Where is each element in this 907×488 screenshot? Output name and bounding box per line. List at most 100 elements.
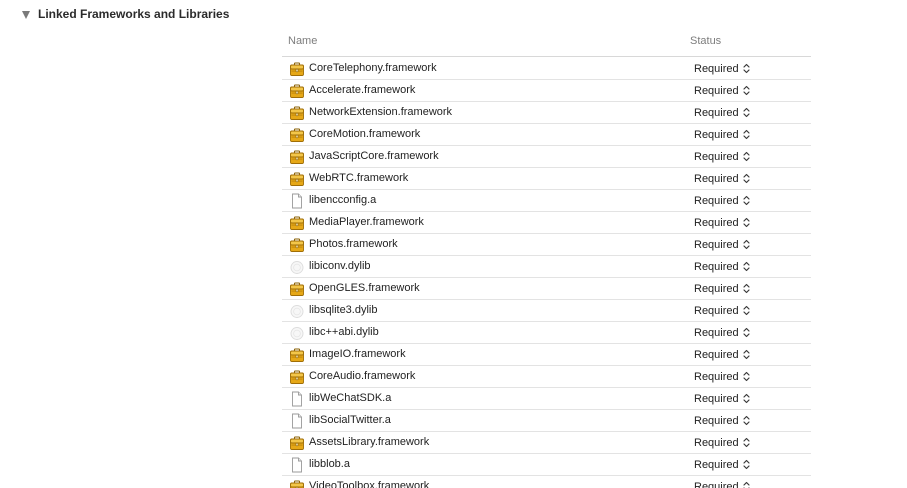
table-row[interactable]: ImageIO.framework Required bbox=[282, 344, 811, 366]
table-rows: CoreTelephony.framework Required Acceler… bbox=[282, 58, 811, 488]
column-header-name[interactable]: Name bbox=[288, 35, 317, 47]
table-row[interactable]: AssetsLibrary.framework Required bbox=[282, 432, 811, 454]
status-popup[interactable]: Required bbox=[694, 82, 750, 99]
status-label: Required bbox=[694, 106, 739, 119]
status-label: Required bbox=[694, 150, 739, 163]
up-down-chevron-icon bbox=[743, 349, 750, 360]
framework-name: libiconv.dylib bbox=[309, 260, 371, 272]
table-row[interactable]: MediaPlayer.framework Required bbox=[282, 212, 811, 234]
section-header[interactable]: Linked Frameworks and Libraries bbox=[22, 5, 229, 23]
status-popup[interactable]: Required bbox=[694, 280, 750, 297]
status-popup[interactable]: Required bbox=[694, 258, 750, 275]
up-down-chevron-icon bbox=[743, 217, 750, 228]
status-popup[interactable]: Required bbox=[694, 346, 750, 363]
framework-name: Accelerate.framework bbox=[309, 84, 416, 96]
status-label: Required bbox=[694, 414, 739, 427]
status-label: Required bbox=[694, 260, 739, 273]
up-down-chevron-icon bbox=[743, 415, 750, 426]
status-popup[interactable]: Required bbox=[694, 126, 750, 143]
file-icon bbox=[289, 457, 305, 473]
status-label: Required bbox=[694, 84, 739, 97]
section-title: Linked Frameworks and Libraries bbox=[38, 7, 230, 21]
table-row[interactable]: libc++abi.dylib Required bbox=[282, 322, 811, 344]
framework-icon bbox=[289, 479, 305, 488]
up-down-chevron-icon bbox=[743, 173, 750, 184]
table-row[interactable]: libencconfig.a Required bbox=[282, 190, 811, 212]
framework-icon bbox=[289, 171, 305, 187]
framework-icon bbox=[289, 83, 305, 99]
status-popup[interactable]: Required bbox=[694, 434, 750, 451]
status-popup[interactable]: Required bbox=[694, 456, 750, 473]
library-icon bbox=[289, 325, 305, 341]
framework-name: libsqlite3.dylib bbox=[309, 304, 378, 316]
framework-name: libc++abi.dylib bbox=[309, 326, 379, 338]
table-row[interactable]: Photos.framework Required bbox=[282, 234, 811, 256]
library-icon bbox=[289, 303, 305, 319]
status-popup[interactable]: Required bbox=[694, 170, 750, 187]
table-row[interactable]: libSocialTwitter.a Required bbox=[282, 410, 811, 432]
up-down-chevron-icon bbox=[743, 459, 750, 470]
framework-icon bbox=[289, 237, 305, 253]
linked-frameworks-panel: Linked Frameworks and Libraries Name Sta… bbox=[0, 0, 907, 488]
table-row[interactable]: CoreMotion.framework Required bbox=[282, 124, 811, 146]
status-popup[interactable]: Required bbox=[694, 192, 750, 209]
status-label: Required bbox=[694, 194, 739, 207]
status-popup[interactable]: Required bbox=[694, 214, 750, 231]
framework-icon bbox=[289, 61, 305, 77]
status-label: Required bbox=[694, 172, 739, 185]
framework-icon bbox=[289, 149, 305, 165]
status-popup[interactable]: Required bbox=[694, 60, 750, 77]
framework-name: libencconfig.a bbox=[309, 194, 377, 206]
framework-name: VideoToolbox.framework bbox=[309, 480, 430, 488]
status-popup[interactable]: Required bbox=[694, 302, 750, 319]
table-row[interactable]: CoreTelephony.framework Required bbox=[282, 58, 811, 80]
up-down-chevron-icon bbox=[743, 283, 750, 294]
table-row[interactable]: Accelerate.framework Required bbox=[282, 80, 811, 102]
table-row[interactable]: libblob.a Required bbox=[282, 454, 811, 476]
column-header-status[interactable]: Status bbox=[690, 35, 721, 47]
table-header: Name Status bbox=[282, 30, 811, 57]
framework-name: CoreAudio.framework bbox=[309, 370, 416, 382]
framework-icon bbox=[289, 281, 305, 297]
status-popup[interactable]: Required bbox=[694, 368, 750, 385]
status-popup[interactable]: Required bbox=[694, 478, 750, 488]
up-down-chevron-icon bbox=[743, 327, 750, 338]
framework-name: libWeChatSDK.a bbox=[309, 392, 392, 404]
disclosure-triangle-icon[interactable] bbox=[22, 10, 30, 19]
table-row[interactable]: libsqlite3.dylib Required bbox=[282, 300, 811, 322]
library-icon bbox=[289, 259, 305, 275]
table-row[interactable]: JavaScriptCore.framework Required bbox=[282, 146, 811, 168]
framework-name: CoreTelephony.framework bbox=[309, 62, 437, 74]
table-row[interactable]: libWeChatSDK.a Required bbox=[282, 388, 811, 410]
table-row[interactable]: VideoToolbox.framework Required bbox=[282, 476, 811, 488]
file-icon bbox=[289, 413, 305, 429]
framework-icon bbox=[289, 369, 305, 385]
framework-name: OpenGLES.framework bbox=[309, 282, 420, 294]
status-popup[interactable]: Required bbox=[694, 236, 750, 253]
status-popup[interactable]: Required bbox=[694, 104, 750, 121]
status-popup[interactable]: Required bbox=[694, 148, 750, 165]
up-down-chevron-icon bbox=[743, 63, 750, 74]
frameworks-table: Name Status CoreTelephony.framework Requ… bbox=[282, 30, 811, 488]
framework-name: libblob.a bbox=[309, 458, 350, 470]
status-popup[interactable]: Required bbox=[694, 412, 750, 429]
up-down-chevron-icon bbox=[743, 261, 750, 272]
status-label: Required bbox=[694, 216, 739, 229]
table-row[interactable]: CoreAudio.framework Required bbox=[282, 366, 811, 388]
status-popup[interactable]: Required bbox=[694, 324, 750, 341]
status-label: Required bbox=[694, 304, 739, 317]
framework-icon bbox=[289, 435, 305, 451]
file-icon bbox=[289, 193, 305, 209]
table-row[interactable]: OpenGLES.framework Required bbox=[282, 278, 811, 300]
framework-icon bbox=[289, 347, 305, 363]
status-popup[interactable]: Required bbox=[694, 390, 750, 407]
status-label: Required bbox=[694, 480, 739, 488]
table-row[interactable]: WebRTC.framework Required bbox=[282, 168, 811, 190]
table-row[interactable]: libiconv.dylib Required bbox=[282, 256, 811, 278]
framework-name: CoreMotion.framework bbox=[309, 128, 421, 140]
table-row[interactable]: NetworkExtension.framework Required bbox=[282, 102, 811, 124]
up-down-chevron-icon bbox=[743, 85, 750, 96]
framework-name: ImageIO.framework bbox=[309, 348, 406, 360]
status-label: Required bbox=[694, 436, 739, 449]
framework-name: JavaScriptCore.framework bbox=[309, 150, 439, 162]
